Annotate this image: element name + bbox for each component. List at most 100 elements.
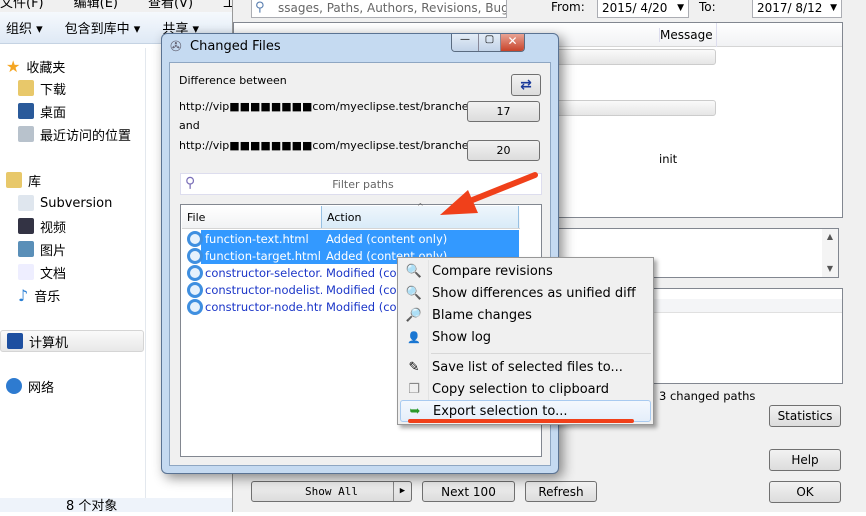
file-status-icon — [187, 230, 203, 247]
file-name: function-target.html — [205, 248, 321, 263]
menu-label: Show log — [432, 329, 492, 345]
help-button[interactable]: Help — [769, 449, 841, 471]
menu-separator — [431, 353, 651, 354]
nav-libraries[interactable]: 库 — [6, 170, 41, 190]
explorer-menubar: 文件(F)编辑(E)查看(V)工具(T)帮 — [0, 0, 240, 12]
search-icon: ⚲ — [255, 0, 265, 15]
file-name: function-text.html — [205, 231, 309, 246]
organize-button[interactable]: 组织 ▾ — [6, 18, 43, 37]
column-file[interactable]: File — [187, 211, 205, 224]
next-100-button[interactable]: Next 100 — [422, 481, 515, 502]
menu-item-blame[interactable]: 🔎 Blame changes — [400, 304, 651, 326]
nav-label: 音乐 — [34, 289, 61, 305]
menu-label: Compare revisions — [432, 263, 553, 279]
menu-label: Export selection to... — [433, 403, 568, 419]
video-icon — [18, 218, 34, 234]
show-all-label: Show All — [305, 485, 358, 498]
file-status-icon — [187, 264, 203, 281]
menu-label: Save list of selected files to... — [432, 359, 623, 375]
menu-item-show-log[interactable]: 👤 Show log — [400, 326, 651, 348]
menu-item-unified-diff[interactable]: 🔍 Show differences as unified diff — [400, 282, 651, 304]
column-divider — [716, 23, 717, 47]
minimize-button[interactable]: — — [452, 34, 478, 51]
maximize-button[interactable]: ▢ — [478, 34, 500, 51]
pictures-icon — [18, 241, 34, 257]
nav-label: 收藏夹 — [26, 60, 66, 76]
copy-icon: ❐ — [408, 381, 420, 397]
message-scrollbar[interactable]: ▲ ▼ — [822, 229, 838, 277]
status-bar: 8 个对象 — [0, 498, 240, 514]
menu-label: Blame changes — [432, 307, 532, 323]
difference-label: Difference between — [179, 74, 287, 87]
from-date-picker[interactable]: 2015/ 4/20 ▼ — [597, 0, 689, 18]
swap-arrows-icon: ⇄ — [520, 77, 532, 93]
column-message[interactable]: Message — [659, 28, 713, 42]
nav-favorites[interactable]: ★ 收藏夹 — [6, 56, 65, 76]
window-controls: — ▢ ✕ — [451, 34, 525, 52]
log-search-input[interactable]: ssages, Paths, Authors, Revisions, Bug-I… — [251, 0, 507, 18]
statistics-button[interactable]: Statistics — [769, 405, 841, 427]
sort-ascending-icon: ^ — [417, 202, 424, 211]
refresh-button[interactable]: Refresh — [525, 481, 597, 502]
file-name: constructor-selector... — [205, 265, 322, 280]
file-status-icon — [187, 281, 203, 298]
to-date-picker[interactable]: 2017/ 8/12 ▼ — [752, 0, 842, 18]
include-in-library-button[interactable]: 包含到库中 ▾ — [65, 18, 141, 37]
desktop-icon — [18, 103, 34, 119]
file-status-icon — [187, 298, 203, 315]
from-label: From: — [551, 0, 585, 14]
annotation-arrow — [440, 172, 538, 215]
to-label: To: — [699, 0, 716, 14]
nav-music[interactable]: ♪ 音乐 — [18, 285, 60, 305]
file-row[interactable]: function-text.html Added (content only) — [183, 230, 519, 247]
and-label: and — [179, 119, 200, 132]
nav-desktop[interactable]: 桌面 — [18, 101, 66, 121]
nav-documents[interactable]: 文档 — [18, 262, 66, 282]
nav-recent[interactable]: 最近访问的位置 — [18, 124, 131, 144]
revision-message: init — [659, 152, 678, 166]
magnifier-icon: 🔍 — [405, 285, 423, 301]
export-icon: ➥ — [409, 403, 421, 419]
nav-label: 最近访问的位置 — [40, 128, 132, 144]
computer-icon — [7, 333, 23, 349]
nav-label: 图片 — [40, 243, 67, 259]
menu-view[interactable]: 查看(V) — [148, 0, 193, 11]
nav-videos[interactable]: 视频 — [18, 216, 66, 236]
network-icon — [6, 378, 22, 394]
arrow-head — [440, 190, 478, 215]
chevron-down-icon: ▼ — [830, 3, 837, 13]
search-icon: ⚲ — [185, 175, 196, 191]
file-name: constructor-nodelist... — [205, 282, 322, 297]
nav-network[interactable]: 网络 — [6, 376, 54, 396]
column-action-label: Action — [327, 211, 362, 224]
swap-button[interactable]: ⇄ — [511, 74, 541, 96]
dropdown-arrow-icon[interactable]: ▶ — [393, 482, 411, 501]
url-from: http://vip■■■■■■■■com/myeclipse.test/bra… — [179, 100, 475, 113]
menu-edit[interactable]: 编辑(E) — [74, 0, 118, 11]
menu-item-save-list[interactable]: ✎ Save list of selected files to... — [400, 356, 651, 378]
revision-to-button[interactable]: 20 — [467, 140, 540, 161]
revision-from-button[interactable]: 17 — [467, 101, 540, 122]
star-icon: ★ — [6, 56, 21, 76]
nav-computer[interactable]: 计算机 — [0, 330, 144, 352]
download-folder-icon — [18, 80, 34, 96]
close-button[interactable]: ✕ — [500, 34, 524, 51]
annotation-underline — [408, 419, 634, 423]
dialog-title: Changed Files — [190, 39, 281, 54]
nav-pictures[interactable]: 图片 — [18, 239, 66, 259]
nav-label: 库 — [28, 174, 42, 190]
file-status-icon — [187, 247, 203, 264]
menu-file[interactable]: 文件(F) — [0, 0, 44, 11]
menu-item-compare-revisions[interactable]: 🔍 Compare revisions — [400, 260, 651, 282]
context-menu: 🔍 Compare revisions 🔍 Show differences as … — [397, 257, 654, 425]
document-library-icon — [18, 195, 34, 211]
nav-downloads[interactable]: 下载 — [18, 78, 66, 98]
nav-subversion[interactable]: Subversion — [18, 193, 112, 213]
chevron-down-icon: ▼ — [677, 3, 684, 13]
pencil-icon: ✎ — [408, 359, 420, 375]
menu-item-copy-clipboard[interactable]: ❐ Copy selection to clipboard — [400, 378, 651, 400]
file-action: Added (content only) — [326, 231, 448, 246]
ok-button[interactable]: OK — [769, 481, 841, 503]
show-all-button[interactable]: Show All ▶ — [251, 481, 412, 502]
menu-label: Copy selection to clipboard — [432, 381, 610, 397]
